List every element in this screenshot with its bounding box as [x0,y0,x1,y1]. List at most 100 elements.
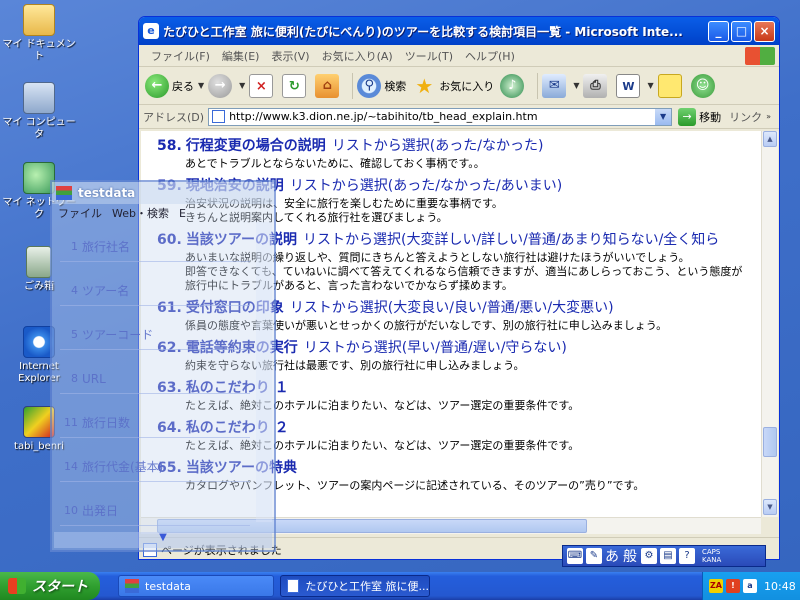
menu-file[interactable]: ファイル(F) [145,48,216,64]
minimize-button[interactable]: _ [708,20,729,42]
item-title: 行程変更の場合の説明 [185,138,326,154]
favorites-button[interactable]: ★ お気に入り [412,74,494,98]
clock[interactable]: 10:48 [764,580,796,593]
dictionary-mode-button[interactable]: 般 [623,546,637,566]
app-icon [125,579,139,593]
toolbar-separator [352,72,354,99]
security-icon[interactable]: ! [726,579,740,593]
back-dropdown-icon[interactable]: ▼ [198,81,204,90]
start-button[interactable]: スタート [0,572,100,600]
font-icon[interactable]: a [743,579,757,593]
testdata-titlebar[interactable]: testdata [52,182,274,204]
close-button[interactable]: × [754,20,775,42]
menu-help[interactable]: ヘルプ(H) [459,48,521,64]
input-mode-button[interactable]: あ [605,546,619,566]
edit-button[interactable]: W [616,73,643,98]
printer-icon: ⎙ [583,73,608,98]
system-tray: ZA ! a 10:48 [702,572,800,600]
scroll-down-button[interactable]: ▼ [763,499,777,515]
forward-arrow-icon: → [208,73,233,98]
item-heading: 58. 行程変更の場合の説明 リストから選択(あった/なかった) [157,135,761,157]
messenger-icon: ☺ [690,73,715,98]
desktop-icon-my-computer[interactable]: マイ コンピュータ [0,82,78,141]
home-button[interactable]: ⌂ [315,73,342,98]
testdata-menu-web-search[interactable]: Web・検索 [112,205,169,221]
mail-icon: ✉ [542,73,567,98]
mail-dropdown-icon[interactable]: ▼ [573,81,579,90]
stop-icon: × [249,73,274,98]
messenger-button[interactable]: ☺ [690,73,718,98]
ime-pad-icon[interactable]: ✎ [586,548,602,564]
ime-dictionary-icon[interactable]: ▤ [660,548,676,564]
maximize-button[interactable]: □ [731,20,752,42]
scroll-up-button[interactable]: ▲ [763,131,777,147]
menu-view[interactable]: 表示(V) [265,48,315,64]
vertical-scrollbar[interactable]: ▲ ▼ [761,131,778,517]
forward-button[interactable]: → [208,73,235,98]
refresh-icon: ↻ [282,73,307,98]
links-chevron-icon[interactable]: » [766,112,771,121]
field-row[interactable]: 8 URL [60,364,250,394]
caps-kana-indicator: CAPS KANA [702,548,722,564]
item-option: リストから選択(あった/なかった/あいまい) [289,178,563,194]
ime-tool-icon[interactable]: ⚙ [641,548,657,564]
ime-language-bar: ⌨ ✎ あ 般 ⚙ ▤ ? CAPS KANA [562,545,766,567]
address-value: http://www.k3.dion.ne.jp/~tabihito/tb_he… [229,110,538,123]
forward-dropdown-icon[interactable]: ▼ [239,81,245,90]
testdata-window: testdata ファイル Web・検索 E 1 旅行社名 4 ツアー名 5 ツ… [50,180,276,552]
item-option: リストから選択(早い/普通/遅い/守らない) [303,340,567,356]
ie-titlebar[interactable]: e たびひと工作室 旅に便利(たびにべんり)のツアーを比較する検討項目一覧 - … [139,17,779,45]
mail-button[interactable]: ✉ [542,73,569,98]
search-button[interactable]: ⚲ 検索 [357,73,406,98]
media-icon: ♪ [500,73,525,98]
back-arrow-icon: ← [145,73,169,98]
field-row[interactable]: 4 ツアー名 [60,276,250,306]
ime-tray-icon[interactable]: ZA [709,579,723,593]
word-icon: W [616,73,641,98]
stop-button[interactable]: × [249,73,276,98]
taskbar-item-ie[interactable]: たびひと工作室 旅に便... [280,575,430,597]
menu-edit[interactable]: 編集(E) [216,48,266,64]
testdata-menu-file[interactable]: ファイル [58,205,102,221]
folder-icon [23,4,55,36]
back-button[interactable]: ← 戻る [145,73,194,98]
taskbar-item-testdata[interactable]: testdata [118,575,274,597]
testdata-menu-bar: ファイル Web・検索 E [52,204,274,222]
go-button[interactable]: → 移動 [678,107,721,126]
address-input[interactable]: http://www.k3.dion.ne.jp/~tabihito/tb_he… [208,107,673,126]
field-row[interactable]: 11 旅行日数 [60,408,250,438]
description-line: あとでトラブルとならないために、確認しておく事柄です。。 [185,157,485,170]
testdata-scrollbar[interactable] [256,222,272,522]
taskbar: スタート testdata たびひと工作室 旅に便... ZA ! a 10:4… [0,572,800,600]
field-row[interactable]: 1 旅行社名 [60,232,250,262]
app-icon [56,186,72,200]
address-dropdown-icon[interactable]: ▼ [655,108,672,125]
field-row[interactable]: 14 旅行代金(基本) [60,452,250,482]
links-button[interactable]: リンク [729,109,762,125]
field-row[interactable]: 10 出発日 [60,496,250,526]
item-option: リストから選択(あった/なかった) [331,138,544,154]
page-icon [212,110,226,123]
media-button[interactable]: ♪ [500,73,527,98]
menu-bar: ファイル(F) 編集(E) 表示(V) お気に入り(A) ツール(T) ヘルプ(… [139,45,779,67]
item-description: あとでトラブルとならないために、確認しておく事柄です。。 [157,157,761,171]
address-bar: アドレス(D) http://www.k3.dion.ne.jp/~tabihi… [139,105,779,129]
window-title: たびひと工作室 旅に便利(たびにべんり)のツアーを比較する検討項目一覧 - Mi… [163,24,683,39]
print-button[interactable]: ⎙ [583,73,610,98]
menu-tools[interactable]: ツール(T) [399,48,459,64]
edit-dropdown-icon[interactable]: ▼ [647,81,653,90]
keyboard-icon[interactable]: ⌨ [567,548,583,564]
refresh-button[interactable]: ↻ [282,73,309,98]
field-row[interactable]: 5 ツアーコード [60,320,250,350]
vertical-scroll-thumb[interactable] [763,427,777,457]
item-option: リストから選択(大変良い/良い/普通/悪い/大変悪い) [289,300,614,316]
discuss-button[interactable] [657,73,685,98]
ime-help-icon[interactable]: ? [679,548,695,564]
testdata-menu-edit[interactable]: E [179,207,186,220]
desktop-icon-my-documents[interactable]: マイ ドキュメント [0,4,78,63]
explain-item: 58. 行程変更の場合の説明 リストから選択(あった/なかった) あとでトラブルとなら… [141,135,761,171]
ie-page-icon: e [143,23,159,39]
address-label: アドレス(D) [143,110,205,124]
testdata-scroll-down-icon[interactable]: ▼ [54,532,272,548]
menu-favorites[interactable]: お気に入り(A) [316,48,399,64]
